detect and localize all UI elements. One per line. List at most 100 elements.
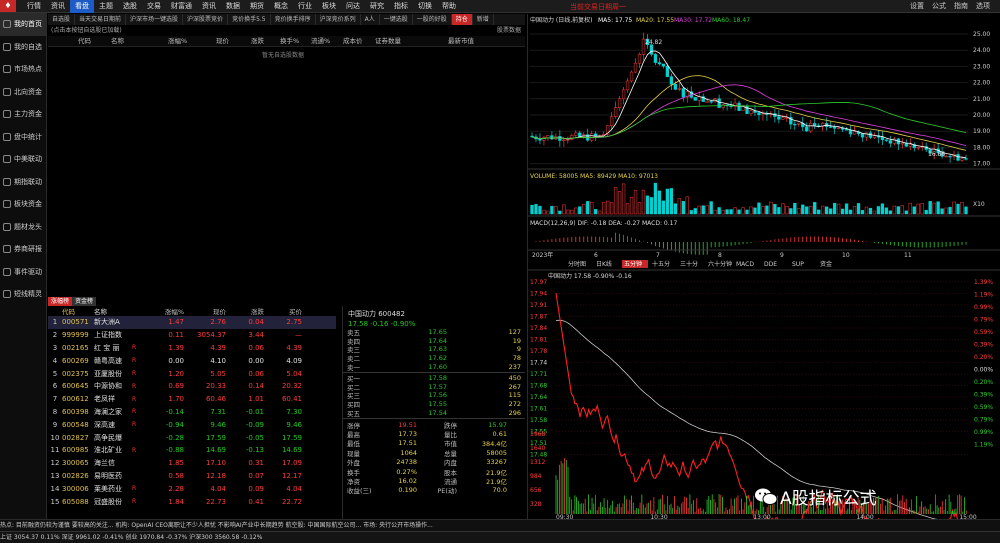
watchlist-tab[interactable]: 新增 <box>473 14 494 25</box>
watchlist-tab[interactable]: 一键选股 <box>380 14 413 25</box>
top-right-item[interactable]: 指南 <box>950 0 972 13</box>
rank-column-header[interactable]: 现价 <box>184 306 226 316</box>
watchlist-tab[interactable]: A人 <box>361 14 380 25</box>
table-row[interactable]: 10 002827 高争民爆 -0.28 17.59 -0.05 17.59 <box>48 431 336 444</box>
volume-bar <box>789 208 793 215</box>
sidebar-item[interactable]: 短线精灵 <box>0 283 46 306</box>
menu-item[interactable]: 行业 <box>293 0 317 13</box>
watchlist-tab[interactable]: 一股的好股 <box>413 14 452 25</box>
sidebar-item[interactable]: 主力资金 <box>0 103 46 126</box>
menu-item[interactable]: 交易 <box>142 0 166 13</box>
menu-item[interactable]: 指标 <box>389 0 413 13</box>
table-row[interactable]: 15 605088 冠盛股份 R 1.84 22.73 0.41 22.72 <box>48 495 336 508</box>
table-row[interactable]: 5 002375 亚厦股份 R 1.20 5.05 0.06 5.04 <box>48 367 336 380</box>
menu-item[interactable]: 切换 <box>413 0 437 13</box>
menu-item[interactable]: 财富通 <box>166 0 197 13</box>
candle <box>681 88 685 98</box>
cell-chg: 1.39 <box>168 343 184 352</box>
sidebar-item[interactable]: 期指联动 <box>0 171 46 194</box>
watchlist-tab[interactable]: 沪深股票竞价 <box>183 14 229 25</box>
column-header[interactable]: 流通% <box>311 36 330 47</box>
column-header[interactable]: 代码 <box>78 36 91 47</box>
watchlist-tab[interactable]: 沪深市场一键选股 <box>126 14 184 25</box>
column-header[interactable]: 成本价 <box>343 36 363 47</box>
stat-row: 外盘 24738 内盘 33267 <box>343 458 525 467</box>
menu-item[interactable]: 板块 <box>317 0 341 13</box>
column-header[interactable]: 证券数量 <box>375 36 401 47</box>
sidebar-item-label: 我的首页 <box>14 20 42 29</box>
table-row[interactable]: 14 300006 莱美药业 R 2.28 4.04 0.09 4.04 <box>48 482 336 495</box>
rank-column-header[interactable] <box>48 306 62 316</box>
menu-item[interactable]: 资讯 <box>197 0 221 13</box>
top-right-item[interactable]: 公式 <box>928 0 950 13</box>
menu-item[interactable]: 行情 <box>22 0 46 13</box>
table-row[interactable]: 8 600398 海澜之家 R -0.14 7.31 -0.01 7.30 <box>48 406 336 419</box>
data-button[interactable]: 股票数据 <box>497 25 521 36</box>
menu-item[interactable]: 看盘 <box>70 0 94 13</box>
stock-charts[interactable]: 中国动力 (日线,前复权) MA5: 17.75 MA20: 17.55 MA30: … <box>528 14 1000 543</box>
watchlist-tab[interactable]: 自选股 <box>48 14 76 25</box>
menu-item[interactable]: 期货 <box>245 0 269 13</box>
menu-item[interactable]: 数据 <box>221 0 245 13</box>
watchlist-tab[interactable]: 持仓 <box>451 14 473 25</box>
tab-capital[interactable]: 资金榜 <box>72 297 97 306</box>
top-right-item[interactable]: 设置 <box>906 0 928 13</box>
menu-item[interactable]: 主题 <box>94 0 118 13</box>
sidebar-item[interactable]: 事件驱动 <box>0 261 46 284</box>
rank-column-header[interactable]: 名称 <box>94 306 132 316</box>
tab-gainers[interactable]: 涨幅榜 <box>48 297 73 306</box>
watchlist-tab[interactable]: 沪深竞价系列 <box>316 14 361 25</box>
column-header[interactable]: 最新市值 <box>448 36 474 47</box>
table-row[interactable]: 7 600612 老凤祥 R 1.70 60.46 1.01 60.41 <box>48 393 336 406</box>
intraday-right-tick: 0.20% <box>974 354 993 361</box>
table-row[interactable]: 12 300065 海兰信 1.85 17.10 0.31 17.09 <box>48 457 336 470</box>
sidebar-item[interactable]: 北向资金 <box>0 81 46 104</box>
menu-item[interactable]: 概念 <box>269 0 293 13</box>
sidebar-item[interactable]: 中美联动 <box>0 148 46 171</box>
volume-bar <box>578 206 582 215</box>
table-row[interactable]: 2 999999 上证指数 0.11 3054.37 3.44 — <box>48 329 336 342</box>
watchlist-tab[interactable]: 当天交易日期前 <box>75 14 127 25</box>
sidebar-item[interactable]: 板块资金 <box>0 193 46 216</box>
rank-column-header[interactable] <box>132 306 142 316</box>
table-row[interactable]: 6 600645 中源协和 R 0.69 20.33 0.14 20.32 <box>48 380 336 393</box>
app-logo[interactable]: ♦ <box>0 0 16 12</box>
cell-diff: 0.04 <box>248 318 264 327</box>
cell-bid: 9.46 <box>286 420 302 429</box>
candle <box>574 132 578 136</box>
sidebar-item[interactable]: 我的首页 <box>0 13 46 36</box>
watchlist-tab[interactable]: 竞价换手5.5 <box>228 14 271 25</box>
top-right-item[interactable]: 选项 <box>972 0 994 13</box>
table-row[interactable]: 13 002826 易明医药 0.58 12.18 0.07 12.17 <box>48 470 336 483</box>
sidebar-item[interactable]: 市场热点 <box>0 58 46 81</box>
rank-column-header[interactable]: 买价 <box>264 306 302 316</box>
column-header[interactable]: 涨幅% <box>168 36 187 47</box>
column-header[interactable]: 现价 <box>216 36 229 47</box>
table-row[interactable]: 3 002165 红 宝 丽 R 1.39 4.39 0.06 4.39 <box>48 342 336 355</box>
volume-bar <box>566 209 570 215</box>
menu-item[interactable]: 问达 <box>341 0 365 13</box>
sidebar-item[interactable]: 券商研报 <box>0 238 46 261</box>
column-header[interactable]: 换手% <box>280 36 299 47</box>
menu-item[interactable]: 选股 <box>118 0 142 13</box>
menu-item[interactable]: 帮助 <box>437 0 461 13</box>
table-row[interactable]: 4 600269 赣粤高速 R 0.00 4.10 0.00 4.09 <box>48 354 336 367</box>
rank-column-header[interactable]: 代码 <box>62 306 94 316</box>
table-row[interactable]: 9 600548 深高速 R -0.94 9.46 -0.09 9.46 <box>48 418 336 431</box>
table-row[interactable]: 11 600985 淮北矿业 R -0.88 14.69 -0.13 14.69 <box>48 444 336 457</box>
rank-column-header[interactable]: 涨跌 <box>226 306 264 316</box>
column-header[interactable]: 涨跌 <box>251 36 264 47</box>
sidebar-item[interactable]: 题材龙头 <box>0 216 46 239</box>
candle <box>693 97 697 101</box>
watchlist-tab[interactable]: 竞价换手排序 <box>271 14 316 25</box>
cell-bid: 7.30 <box>286 407 302 416</box>
table-row[interactable]: 1 000571 新大洲A 1.47 2.76 0.04 2.75 <box>48 316 336 329</box>
x-tick-label: 11 <box>904 252 912 259</box>
column-header[interactable]: 名称 <box>111 36 124 47</box>
sidebar-item[interactable]: 盘中统计 <box>0 126 46 149</box>
menu-item[interactable]: 资讯 <box>46 0 70 13</box>
menu-item[interactable]: 研究 <box>365 0 389 13</box>
sidebar-item[interactable]: 我的自选 <box>0 36 46 59</box>
sidebar-item-icon <box>3 87 11 96</box>
rank-column-header[interactable]: 涨幅% <box>142 306 184 316</box>
